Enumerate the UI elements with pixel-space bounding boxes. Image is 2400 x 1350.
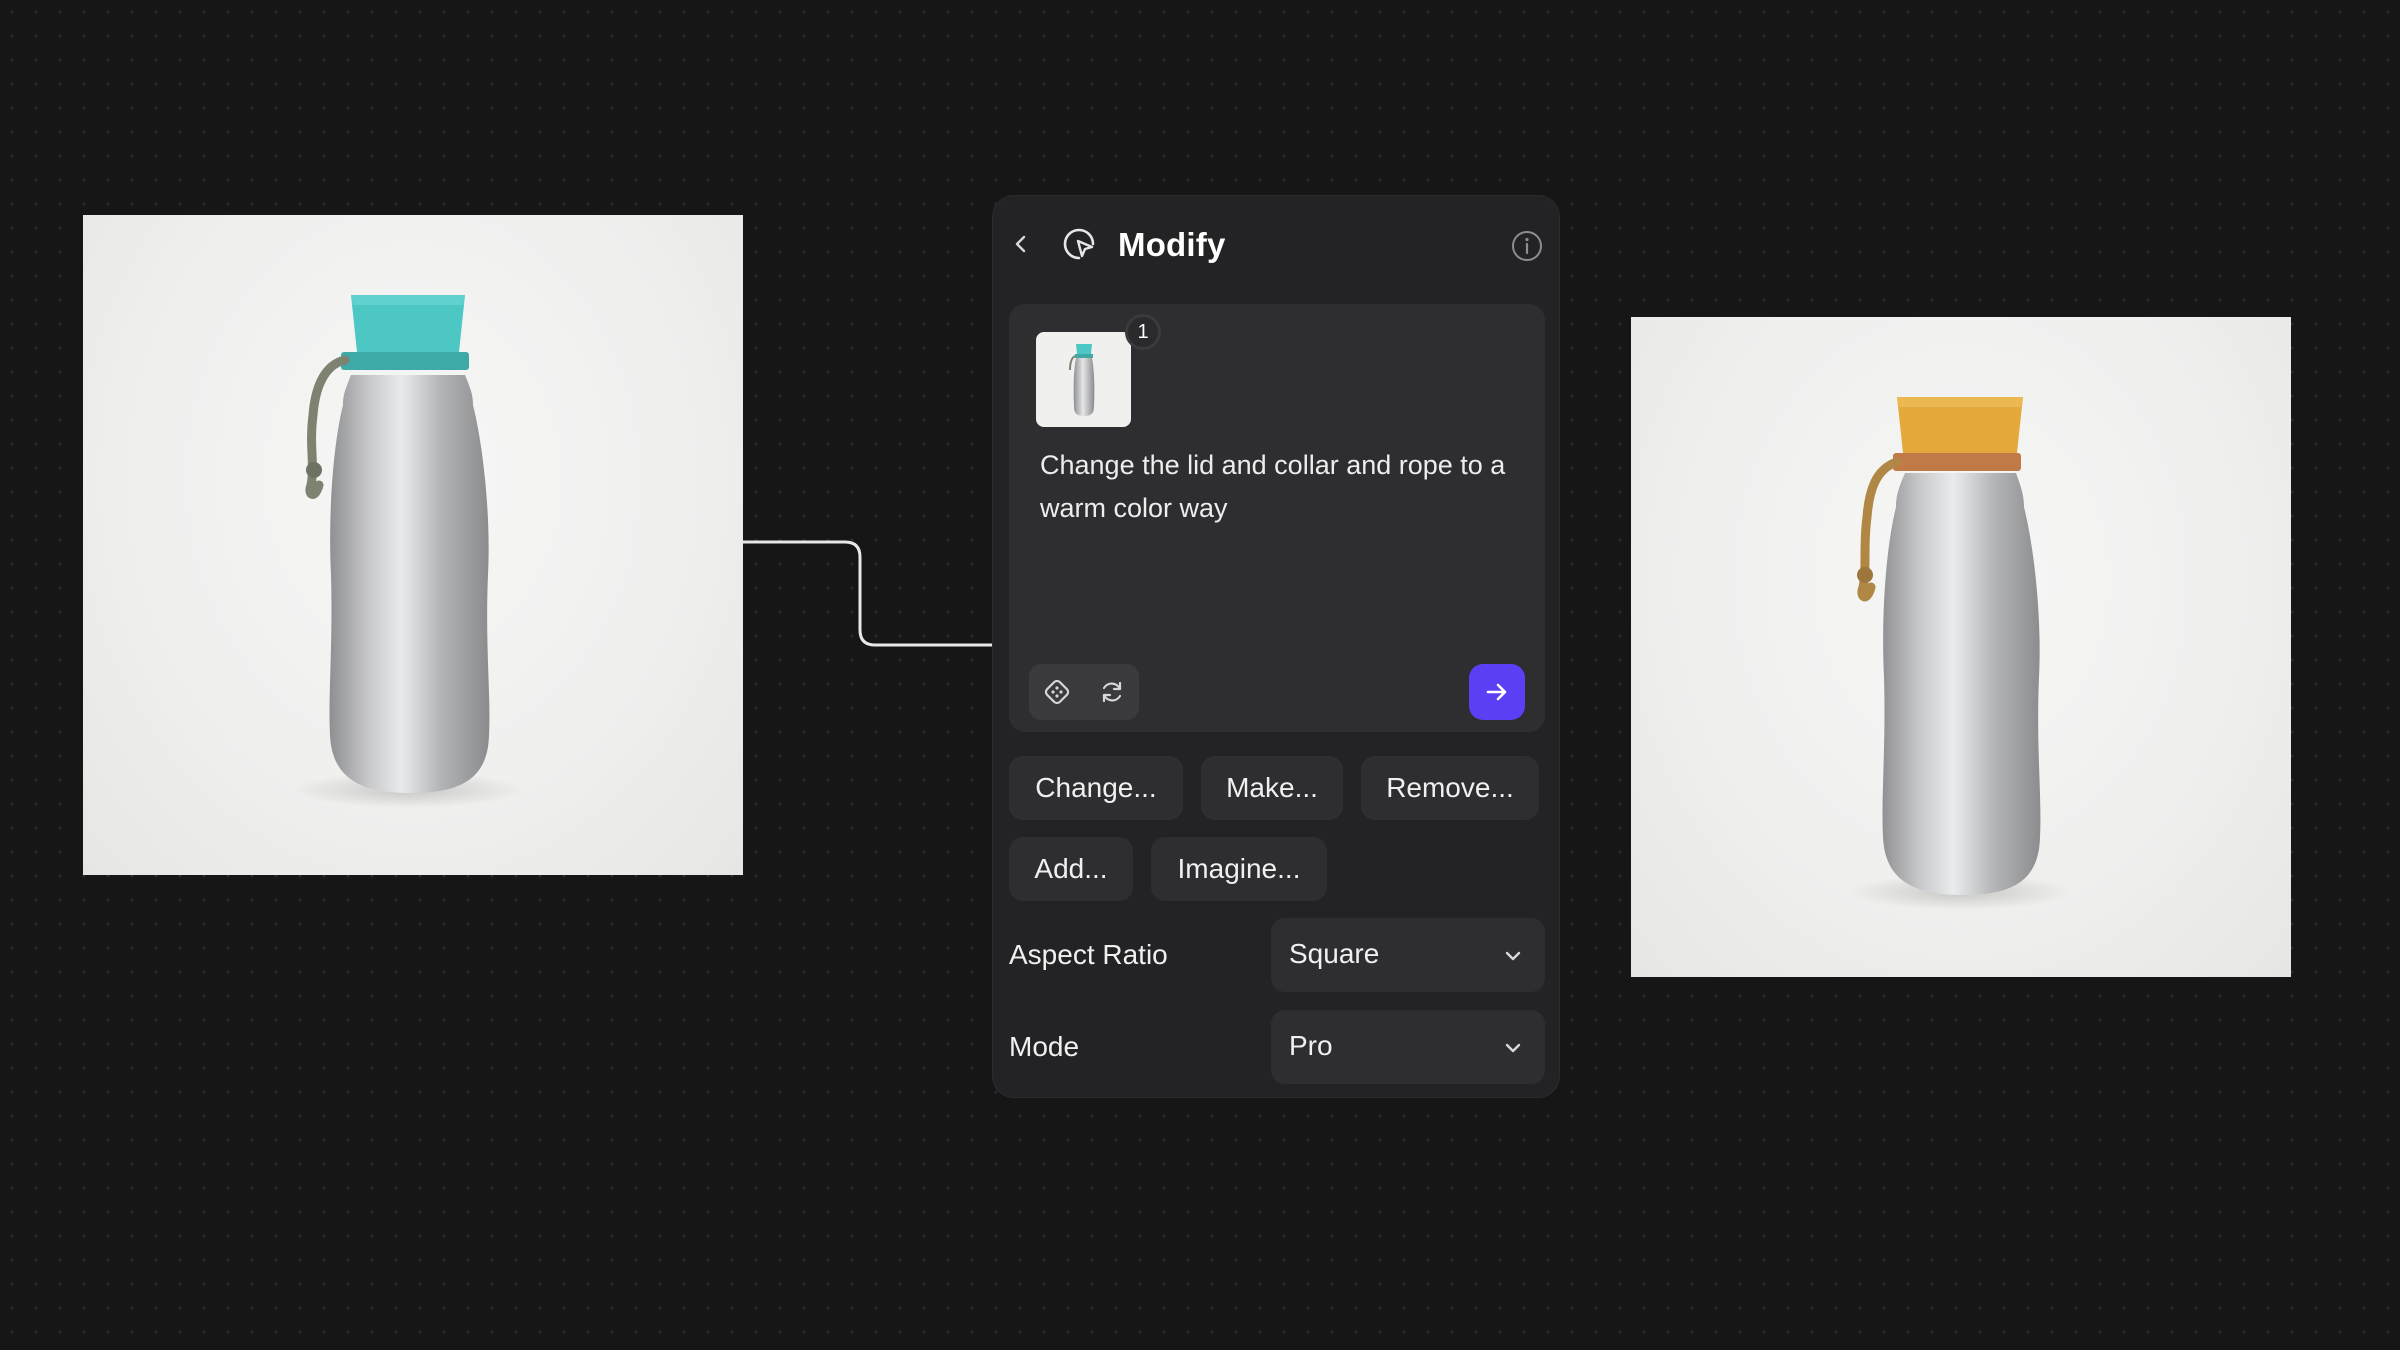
chevron-left-icon (1015, 235, 1026, 253)
source-image-node[interactable] (83, 215, 743, 875)
prompt-input-area[interactable]: 1 Change the lid and collar and rope to … (1009, 304, 1545, 732)
suggestion-imagine-chip[interactable]: Imagine... (1151, 837, 1327, 901)
result-image-node[interactable] (1631, 317, 2291, 977)
mode-value: Pro (1289, 1030, 1333, 1061)
arrow-right-icon (1486, 683, 1507, 701)
suggestion-make-chip[interactable]: Make... (1201, 756, 1343, 820)
submit-button[interactable] (1469, 664, 1525, 720)
dice-icon (1044, 679, 1069, 705)
refresh-icon (1102, 681, 1121, 703)
back-button[interactable] (1007, 230, 1035, 258)
collar-shape (341, 352, 469, 370)
suggestion-change-chip[interactable]: Change... (1009, 756, 1183, 820)
aspect-ratio-value: Square (1289, 938, 1380, 969)
suggestion-add-chip[interactable]: Add... (1009, 837, 1133, 901)
modify-panel: Modify 1 Change the lid and collar and r… (992, 195, 1560, 1098)
bottle-image (1849, 397, 2073, 910)
aspect-ratio-label: Aspect Ratio (1009, 939, 1168, 970)
mode-label: Mode (1009, 1031, 1080, 1062)
randomize-button[interactable] (1029, 664, 1084, 720)
prompt-tools (1029, 664, 1139, 720)
reference-image-thumbnail[interactable] (1036, 332, 1131, 427)
mode-select[interactable]: Pro (1271, 1010, 1545, 1084)
prompt-text[interactable]: Change the lid and collar and rope to a … (1040, 444, 1510, 530)
cursor-sparkle-icon (1063, 228, 1095, 260)
panel-title: Modify (1118, 226, 1226, 263)
bottle-image (293, 295, 523, 808)
chevron-down-icon (1505, 951, 1521, 961)
bottle-thumbnail-image (1069, 344, 1095, 416)
panel-header: Modify (993, 196, 1559, 296)
info-icon[interactable] (1511, 230, 1543, 262)
collar-shape (1893, 453, 2021, 471)
chevron-down-icon (1505, 1043, 1521, 1053)
refresh-button[interactable] (1084, 664, 1139, 720)
reference-count-badge: 1 (1125, 314, 1161, 350)
aspect-ratio-select[interactable]: Square (1271, 918, 1545, 992)
suggestion-remove-chip[interactable]: Remove... (1361, 756, 1539, 820)
